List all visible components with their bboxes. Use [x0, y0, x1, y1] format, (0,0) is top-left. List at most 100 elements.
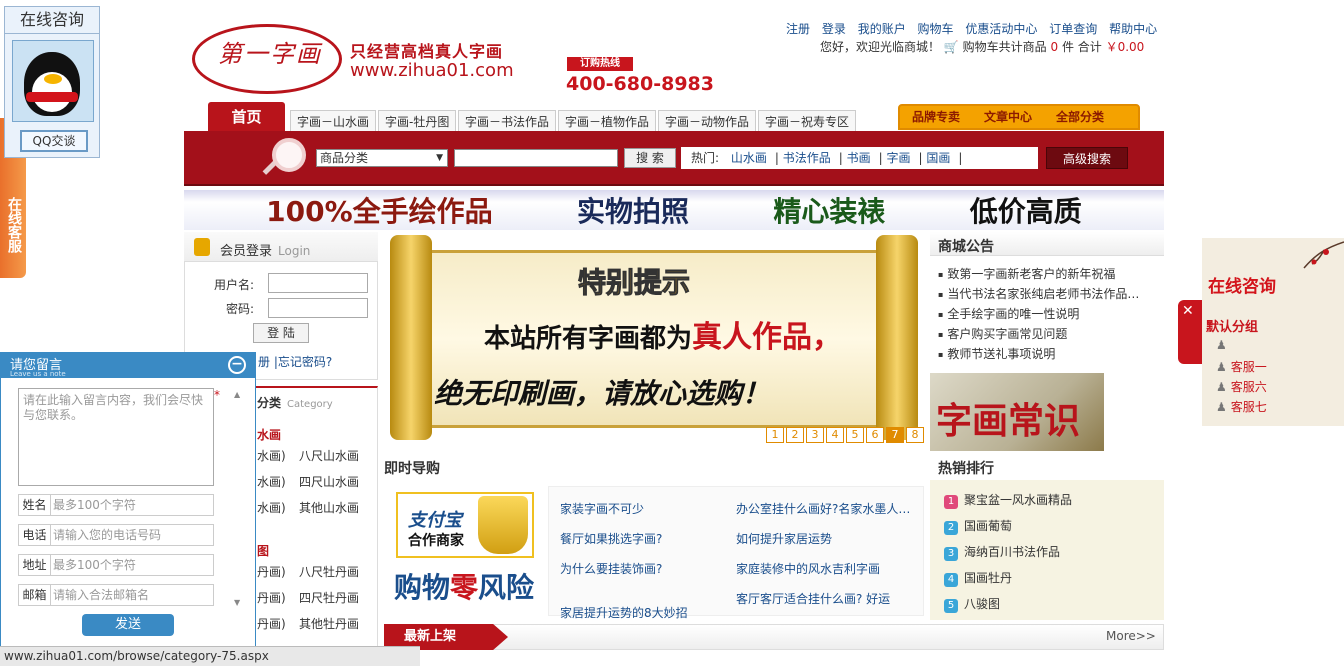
address-field[interactable]: 地址 最多100个字符	[18, 554, 214, 576]
hot-sales-item[interactable]: 3 海纳百川书法作品	[944, 543, 1060, 561]
category-item[interactable]: 丹画)	[257, 615, 286, 632]
guide-link[interactable]: 家装字画不可少	[560, 500, 644, 517]
nav-all-categories[interactable]: 全部分类	[1044, 106, 1116, 128]
slide-page-button[interactable]: 1	[766, 427, 784, 443]
link-cart[interactable]: 购物车	[918, 22, 954, 36]
link-help[interactable]: 帮助中心	[1109, 22, 1157, 36]
banner-item: 实物拍照	[577, 195, 690, 228]
service-agent[interactable]: 客服一	[1216, 358, 1267, 375]
guide-link[interactable]: 如何提升家居运势	[736, 530, 832, 547]
nav-tab-animals[interactable]: 字画－动物作品	[658, 110, 757, 132]
nav-tab-peony[interactable]: 字画-牡丹图	[378, 110, 457, 132]
slide-page-button-active[interactable]: 7	[886, 427, 904, 443]
category-item[interactable]: 其他山水画	[299, 499, 359, 516]
username-input[interactable]	[268, 273, 368, 293]
nav-brand[interactable]: 品牌专卖	[900, 106, 972, 128]
slide-page-button[interactable]: 6	[866, 427, 884, 443]
nav-tab-birthday[interactable]: 字画－祝寿专区	[758, 110, 857, 132]
category-item[interactable]: 水画)	[257, 499, 286, 516]
nav-articles[interactable]: 文章中心	[972, 106, 1044, 128]
category-item[interactable]: 八尺山水画	[299, 447, 359, 464]
guide-link[interactable]: 家庭装修中的风水吉利字画	[736, 560, 880, 577]
category-group-head[interactable]: 水画	[257, 426, 281, 443]
link-register[interactable]: 注册	[786, 22, 810, 36]
guide-link[interactable]: 餐厅如果挑选字画?	[560, 530, 662, 547]
hot-sales-title: 热销排行	[938, 461, 994, 477]
hot-sales-item[interactable]: 1 聚宝盆一风水画精品	[944, 491, 1072, 509]
shield-icon	[478, 496, 528, 554]
email-field[interactable]: 邮箱 请输入合法邮箱名	[18, 584, 214, 606]
hot-keyword[interactable]: 字画	[887, 151, 911, 165]
name-field[interactable]: 姓名 最多100个字符	[18, 494, 214, 516]
advanced-search-button[interactable]: 高级搜索	[1046, 147, 1128, 169]
service-agent[interactable]	[1216, 338, 1231, 352]
scroll-up-icon[interactable]: ▲	[234, 390, 240, 399]
guide-link[interactable]: 为什么要挂装饰画?	[560, 560, 662, 577]
more-link[interactable]: More>>	[1106, 629, 1156, 643]
minimize-icon[interactable]: −	[228, 356, 246, 374]
nav-home[interactable]: 首页	[208, 102, 285, 132]
password-input[interactable]	[268, 298, 368, 318]
slide-page-button[interactable]: 2	[786, 427, 804, 443]
nav-tab-landscape[interactable]: 字画－山水画	[290, 110, 377, 132]
category-item[interactable]: 八尺牡丹画	[299, 563, 359, 580]
nav-tab-plants[interactable]: 字画－植物作品	[558, 110, 657, 132]
hot-keywords: 热门: 山水画 | 书法作品 | 书画 | 字画 | 国画 |	[681, 147, 1038, 169]
slide-page-button[interactable]: 3	[806, 427, 824, 443]
rank-badge: 2	[944, 521, 958, 535]
cart-unit: 件 合计	[1061, 40, 1102, 54]
search-button[interactable]: 搜 索	[624, 148, 676, 168]
slide-page-button[interactable]: 5	[846, 427, 864, 443]
cart-text[interactable]: 购物车共计商品	[963, 40, 1047, 54]
link-login[interactable]: 登录	[822, 22, 846, 36]
hot-sales-item[interactable]: 2 国画葡萄	[944, 517, 1012, 535]
link-my-account[interactable]: 我的账户	[858, 22, 906, 36]
category-item[interactable]: 水画)	[257, 473, 286, 490]
cart-icon[interactable]: 🛒	[944, 40, 959, 54]
knowledge-banner-text: 字画常识	[936, 400, 1081, 442]
notice-item[interactable]: 全手绘字画的唯一性说明	[938, 305, 1079, 322]
notice-item[interactable]: 教师节送礼事项说明	[938, 345, 1055, 362]
search-input[interactable]	[454, 149, 618, 167]
service-agent[interactable]: 客服七	[1216, 398, 1267, 415]
category-item[interactable]: 四尺牡丹画	[299, 589, 359, 606]
notice-item[interactable]: 致第一字画新老客户的新年祝福	[938, 265, 1115, 282]
category-group-head[interactable]: 图	[257, 542, 269, 559]
login-links[interactable]: 册 |忘记密码?	[258, 353, 332, 370]
notice-item[interactable]: 客户购买字画常见问题	[938, 325, 1067, 342]
hot-keyword[interactable]: 书法作品	[783, 151, 831, 165]
category-item[interactable]: 丹画)	[257, 563, 286, 580]
notice-item[interactable]: 当代书法名家张纯启老师书法作品…	[938, 285, 1139, 302]
link-promotions[interactable]: 优惠活动中心	[965, 22, 1037, 36]
send-button[interactable]: 发送	[82, 614, 174, 636]
hot-keyword[interactable]: 国画	[926, 151, 950, 165]
close-icon[interactable]: ✕	[1182, 303, 1194, 319]
hot-keyword[interactable]: 书画	[847, 151, 871, 165]
category-item[interactable]: 其他牡丹画	[299, 615, 359, 632]
scroll-down-icon[interactable]: ▼	[234, 598, 240, 607]
message-textarea[interactable]: 请在此输入留言内容，我们会尽快与您联系。	[18, 388, 214, 486]
hot-sales-item[interactable]: 5 八骏图	[944, 595, 1000, 613]
search-category-select[interactable]: 商品分类 ▼	[316, 149, 448, 167]
slide-page-button[interactable]: 4	[826, 427, 844, 443]
guide-link[interactable]: 家居提升运势的8大妙招	[560, 604, 688, 621]
service-agent[interactable]: 客服六	[1216, 378, 1267, 395]
guide-link[interactable]: 办公室挂什么画好?名家水墨人…	[736, 500, 910, 517]
qq-chat-button[interactable]: QQ交谈	[20, 130, 88, 152]
hot-sales-item[interactable]: 4 国画牡丹	[944, 569, 1012, 587]
qq-title: 在线咨询	[4, 6, 100, 34]
nav-tab-calligraphy[interactable]: 字画－书法作品	[458, 110, 557, 132]
phone-field[interactable]: 电话 请输入您的电话号码	[18, 524, 214, 546]
logo-text: 第一字画	[218, 40, 322, 68]
category-item[interactable]: 水画)	[257, 447, 286, 464]
hot-keyword[interactable]: 山水画	[731, 151, 767, 165]
link-order-query[interactable]: 订单查询	[1049, 22, 1097, 36]
login-button[interactable]: 登 陆	[253, 323, 309, 343]
hot-sales-label: 国画牡丹	[964, 571, 1013, 585]
slide-page-button[interactable]: 8	[906, 427, 924, 443]
guide-link[interactable]: 客厅客厅适合挂什么画? 好运	[736, 590, 890, 607]
lock-icon	[194, 238, 210, 256]
category-item[interactable]: 四尺山水画	[299, 473, 359, 490]
category-item[interactable]: 丹画)	[257, 589, 286, 606]
field-label: 电话	[19, 525, 51, 545]
